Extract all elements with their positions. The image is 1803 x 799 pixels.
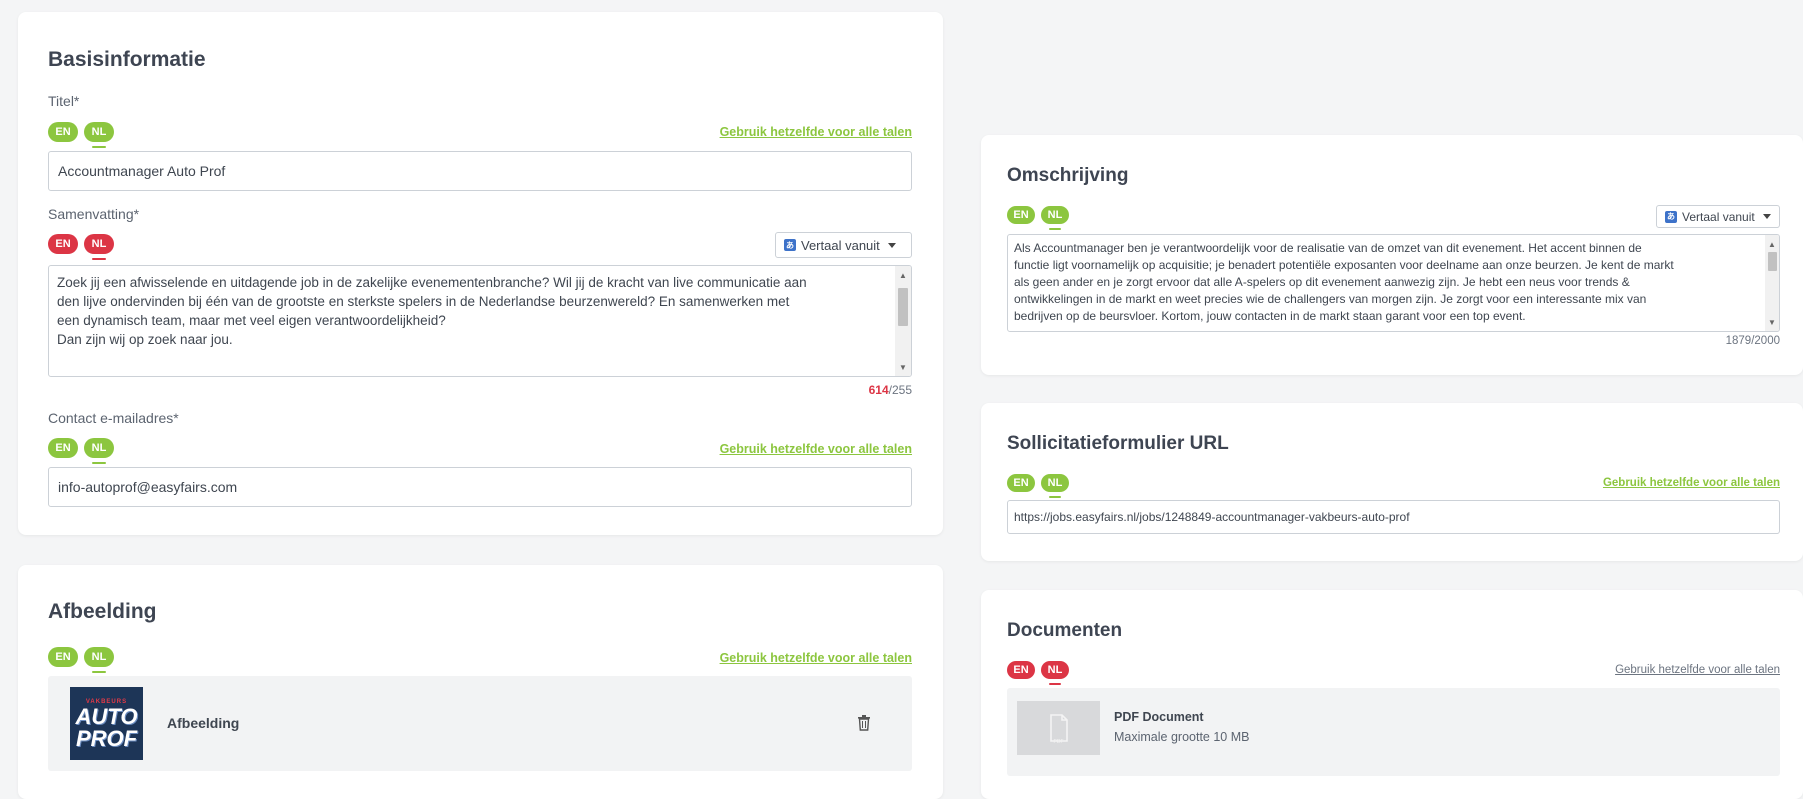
use-same-for-all-languages-link[interactable]: Gebruik hetzelfde voor alle talen bbox=[1615, 664, 1780, 676]
samenvatting-text: Zoek jij een afwisselende en uitdagende … bbox=[57, 275, 807, 347]
lang-tab-en[interactable]: EN bbox=[48, 122, 78, 142]
scroll-down-icon[interactable]: ▼ bbox=[1765, 315, 1779, 329]
scrollbar[interactable]: ▲ ▼ bbox=[895, 266, 911, 376]
titel-input[interactable]: Accountmanager Auto Prof bbox=[48, 151, 912, 191]
char-count: 614 bbox=[868, 383, 889, 397]
documenten-card: Documenten EN NL Gebruik hetzelfde voor … bbox=[981, 590, 1803, 799]
section-title: Basisinformatie bbox=[48, 48, 206, 71]
omschrijving-language-tabs: EN NL bbox=[1007, 206, 1069, 230]
use-same-for-all-languages-link[interactable]: Gebruik hetzelfde voor alle talen bbox=[1603, 477, 1780, 489]
afbeelding-card: Afbeelding EN NL Gebruik hetzelfde voor … bbox=[18, 565, 943, 799]
use-same-for-all-languages-link[interactable]: Gebruik hetzelfde voor alle talen bbox=[720, 125, 912, 139]
afbeelding-language-tabs: EN NL bbox=[48, 647, 114, 673]
scroll-thumb[interactable] bbox=[898, 288, 908, 326]
basisinformatie-card: Basisinformatie Titel* EN NL Gebruik het… bbox=[18, 12, 943, 535]
documenten-language-tabs: EN NL bbox=[1007, 661, 1069, 685]
pdf-file-icon bbox=[1049, 714, 1068, 742]
document-max-size: Maximale grootte 10 MB bbox=[1114, 730, 1250, 744]
translate-icon: あ bbox=[1665, 210, 1677, 223]
lang-tab-en[interactable]: EN bbox=[1007, 661, 1035, 679]
scroll-up-icon[interactable]: ▲ bbox=[895, 268, 911, 282]
lang-tab-en[interactable]: EN bbox=[1007, 474, 1035, 492]
lang-tab-en[interactable]: EN bbox=[48, 438, 78, 458]
lang-tab-nl[interactable]: NL bbox=[84, 438, 114, 464]
contact-language-tabs: EN NL bbox=[48, 438, 114, 464]
use-same-for-all-languages-link[interactable]: Gebruik hetzelfde voor alle talen bbox=[720, 442, 912, 456]
titel-language-tabs: EN NL bbox=[48, 122, 114, 148]
logo-line-1: AUTO bbox=[75, 703, 138, 729]
translate-label: Vertaal vanuit bbox=[1682, 209, 1755, 224]
samenvatting-char-counter: 614/255 bbox=[869, 383, 912, 397]
lang-tab-nl[interactable]: NL bbox=[84, 647, 114, 673]
sollicitatie-language-tabs: EN NL bbox=[1007, 474, 1069, 498]
omschrijving-card: Omschrijving EN NL あ Vertaal vanuit Als … bbox=[981, 135, 1803, 375]
document-upload-item[interactable]: PDF PDF Document Maximale grootte 10 MB bbox=[1007, 688, 1780, 776]
pdf-thumbnail-label: PDF bbox=[1053, 739, 1064, 745]
scroll-thumb[interactable] bbox=[1768, 252, 1777, 271]
samenvatting-language-tabs: EN NL bbox=[48, 234, 114, 260]
lang-tab-nl[interactable]: NL bbox=[1041, 206, 1069, 230]
contact-email-label: Contact e-mailadres* bbox=[48, 410, 179, 426]
translate-from-dropdown[interactable]: あ Vertaal vanuit bbox=[775, 232, 912, 258]
section-title: Documenten bbox=[1007, 620, 1123, 641]
samenvatting-textarea[interactable]: Zoek jij een afwisselende en uitdagende … bbox=[48, 265, 912, 377]
chevron-down-icon bbox=[887, 242, 896, 248]
scroll-up-icon[interactable]: ▲ bbox=[1765, 237, 1779, 251]
trash-icon[interactable] bbox=[857, 715, 871, 731]
lang-tab-nl[interactable]: NL bbox=[84, 234, 114, 260]
section-title: Sollicitatieformulier URL bbox=[1007, 433, 1229, 454]
logo-line-2: PROF bbox=[75, 725, 138, 751]
char-max: /255 bbox=[888, 383, 912, 397]
translate-from-dropdown[interactable]: あ Vertaal vanuit bbox=[1656, 205, 1780, 228]
translate-icon: あ bbox=[784, 239, 796, 251]
omschrijving-char-counter: 1879/2000 bbox=[1725, 335, 1780, 347]
lang-tab-nl[interactable]: NL bbox=[1041, 474, 1069, 498]
lang-tab-en[interactable]: EN bbox=[48, 234, 78, 254]
image-item: VAKBEURS AUTO PROF Afbeelding bbox=[48, 676, 912, 771]
lang-tab-en[interactable]: EN bbox=[1007, 206, 1035, 224]
lang-tab-en[interactable]: EN bbox=[48, 647, 78, 667]
use-same-for-all-languages-link[interactable]: Gebruik hetzelfde voor alle talen bbox=[720, 651, 912, 665]
sollicitatieformulier-card: Sollicitatieformulier URL EN NL Gebruik … bbox=[981, 403, 1803, 561]
section-title: Omschrijving bbox=[1007, 165, 1129, 186]
lang-tab-nl[interactable]: NL bbox=[1041, 661, 1069, 685]
omschrijving-text: Als Accountmanager ben je verantwoordeli… bbox=[1014, 241, 1674, 323]
samenvatting-label: Samenvatting* bbox=[48, 206, 140, 222]
contact-email-input[interactable]: info-autoprof@easyfairs.com bbox=[48, 467, 912, 507]
omschrijving-textarea[interactable]: Als Accountmanager ben je verantwoordeli… bbox=[1007, 234, 1780, 332]
scrollbar[interactable]: ▲ ▼ bbox=[1765, 235, 1779, 331]
titel-label: Titel* bbox=[48, 93, 80, 109]
chevron-down-icon bbox=[1762, 214, 1771, 219]
image-label: Afbeelding bbox=[167, 715, 240, 731]
sollicitatie-url-input[interactable]: https://jobs.easyfairs.nl/jobs/1248849-a… bbox=[1007, 500, 1780, 534]
document-title: PDF Document bbox=[1114, 710, 1204, 724]
scroll-down-icon[interactable]: ▼ bbox=[895, 360, 911, 374]
pdf-thumbnail: PDF bbox=[1017, 701, 1100, 755]
translate-label: Vertaal vanuit bbox=[801, 237, 880, 253]
section-title: Afbeelding bbox=[48, 600, 157, 623]
lang-tab-nl[interactable]: NL bbox=[84, 122, 114, 148]
auto-prof-logo: VAKBEURS AUTO PROF bbox=[70, 687, 143, 760]
